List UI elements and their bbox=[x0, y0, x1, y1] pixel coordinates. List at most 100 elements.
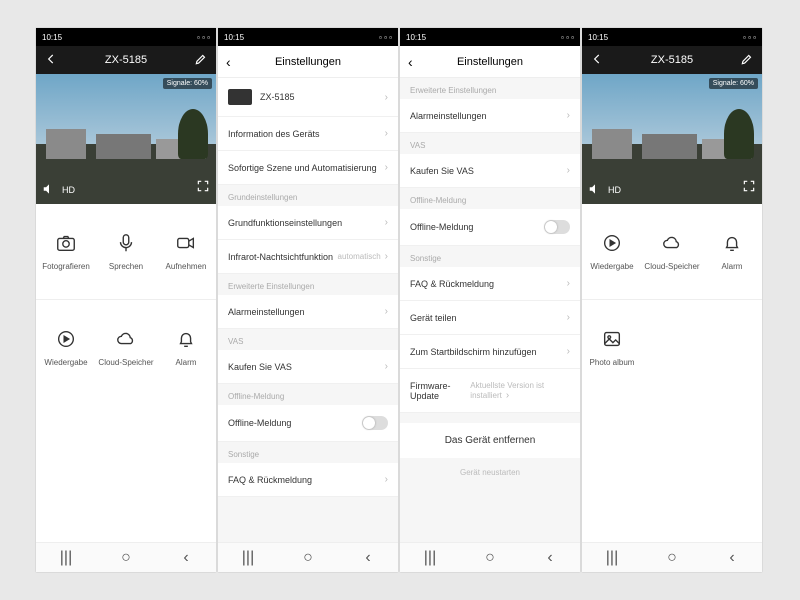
photo-button[interactable]: Fotografieren bbox=[36, 204, 96, 299]
remove-device-button[interactable]: Das Gerät entfernen bbox=[400, 423, 580, 458]
android-navbar: ||| ○ ‹ bbox=[218, 542, 398, 572]
status-bar: 10:15 ▫ ▫ ▫ bbox=[400, 28, 580, 46]
record-button[interactable]: Aufnehmen bbox=[156, 204, 216, 299]
back-button[interactable]: ‹ bbox=[723, 549, 741, 567]
status-icons: ▫ ▫ ▫ bbox=[197, 33, 210, 42]
home-button[interactable]: ○ bbox=[117, 549, 135, 567]
playback-button[interactable]: Wiedergabe bbox=[36, 300, 96, 395]
bell-icon bbox=[175, 328, 197, 350]
section-offline: Offline-Meldung bbox=[218, 384, 398, 405]
playback-label: Wiedergabe bbox=[44, 358, 87, 367]
camera-icon bbox=[55, 232, 77, 254]
back-arrow-icon[interactable] bbox=[44, 52, 58, 69]
hd-badge[interactable]: HD bbox=[608, 185, 621, 195]
section-offline: Offline-Meldung bbox=[400, 188, 580, 209]
share-row[interactable]: Gerät teilen› bbox=[400, 301, 580, 335]
live-video[interactable]: Signale: 60% HD bbox=[36, 74, 216, 204]
screen-settings-2: 10:15 ▫ ▫ ▫ ‹ Einstellungen Erweiterte E… bbox=[400, 28, 580, 572]
faq-row[interactable]: FAQ & Rückmeldung› bbox=[400, 267, 580, 301]
status-time: 10:15 bbox=[588, 33, 608, 42]
device-row[interactable]: ZX-5185 › bbox=[218, 78, 398, 117]
chevron-right-icon: › bbox=[385, 306, 388, 317]
section-vas: VAS bbox=[218, 329, 398, 350]
cloud-label: Cloud-Speicher bbox=[644, 262, 699, 271]
addhome-row[interactable]: Zum Startbildschirm hinzufügen› bbox=[400, 335, 580, 369]
back-button[interactable]: ‹ bbox=[359, 549, 377, 567]
back-button[interactable]: ‹ bbox=[541, 549, 559, 567]
cloud-icon bbox=[115, 328, 137, 350]
album-button[interactable]: Photo album bbox=[582, 300, 642, 395]
chevron-right-icon: › bbox=[385, 361, 388, 372]
chevron-right-icon: › bbox=[567, 110, 570, 121]
section-vas: VAS bbox=[400, 133, 580, 154]
back-arrow-icon[interactable] bbox=[590, 52, 604, 69]
section-basic: Grundeinstellungen bbox=[218, 185, 398, 206]
cloud-button[interactable]: Cloud-Speicher bbox=[642, 204, 702, 299]
android-navbar: ||| ○ ‹ bbox=[36, 542, 216, 572]
home-button[interactable]: ○ bbox=[663, 549, 681, 567]
faq-row[interactable]: FAQ & Rückmeldung› bbox=[218, 463, 398, 497]
mic-icon bbox=[115, 232, 137, 254]
recents-button[interactable]: ||| bbox=[421, 549, 439, 567]
back-button[interactable]: ‹ bbox=[177, 549, 195, 567]
chevron-right-icon: › bbox=[567, 165, 570, 176]
hd-badge[interactable]: HD bbox=[62, 185, 75, 195]
scene-row[interactable]: Sofortige Szene und Automatisierung› bbox=[218, 151, 398, 185]
screen-live-1: 10:15 ▫ ▫ ▫ ZX-5185 Signale: 60% HD Foto… bbox=[36, 28, 216, 572]
talk-label: Sprechen bbox=[109, 262, 143, 271]
fullscreen-icon[interactable] bbox=[742, 180, 756, 197]
bell-icon bbox=[721, 232, 743, 254]
device-name-label: ZX-5185 bbox=[260, 92, 295, 102]
alarm-button[interactable]: Alarm bbox=[156, 300, 216, 395]
device-info-row[interactable]: Information des Geräts› bbox=[218, 117, 398, 151]
offline-row[interactable]: Offline-Meldung bbox=[400, 209, 580, 246]
offline-toggle[interactable] bbox=[544, 220, 570, 234]
mute-icon[interactable] bbox=[42, 182, 56, 198]
ir-value: automatisch bbox=[338, 252, 381, 261]
signal-badge: Signale: 60% bbox=[163, 78, 212, 89]
chevron-right-icon: › bbox=[567, 278, 570, 289]
cloud-label: Cloud-Speicher bbox=[98, 358, 153, 367]
photo-label: Fotografieren bbox=[42, 262, 90, 271]
offline-row[interactable]: Offline-Meldung bbox=[218, 405, 398, 442]
recents-button[interactable]: ||| bbox=[57, 549, 75, 567]
chevron-right-icon: › bbox=[385, 92, 388, 103]
fullscreen-icon[interactable] bbox=[196, 180, 210, 197]
home-button[interactable]: ○ bbox=[481, 549, 499, 567]
live-video[interactable]: Signale: 60% HD bbox=[582, 74, 762, 204]
recents-button[interactable]: ||| bbox=[603, 549, 621, 567]
vas-row[interactable]: Kaufen Sie VAS› bbox=[218, 350, 398, 384]
settings-title: Einstellungen bbox=[457, 56, 523, 68]
offline-toggle[interactable] bbox=[362, 416, 388, 430]
alarm-settings-row[interactable]: Alarmeinstellungen› bbox=[218, 295, 398, 329]
ir-row[interactable]: Infrarot-Nachtsichtfunktionautomatisch› bbox=[218, 240, 398, 274]
chevron-right-icon: › bbox=[385, 251, 388, 262]
restart-device-link[interactable]: Gerät neustarten bbox=[400, 458, 580, 487]
back-arrow-icon[interactable]: ‹ bbox=[408, 54, 413, 70]
section-advanced: Erweiterte Einstellungen bbox=[218, 274, 398, 295]
firmware-row[interactable]: Firmware-UpdateAktuellste Version ist in… bbox=[400, 369, 580, 413]
camera-title: ZX-5185 bbox=[58, 54, 194, 66]
edit-icon[interactable] bbox=[740, 52, 754, 69]
recents-button[interactable]: ||| bbox=[239, 549, 257, 567]
signal-badge: Signale: 60% bbox=[709, 78, 758, 89]
alarm-button[interactable]: Alarm bbox=[702, 204, 762, 299]
mute-icon[interactable] bbox=[588, 182, 602, 198]
vas-row[interactable]: Kaufen Sie VAS› bbox=[400, 154, 580, 188]
talk-button[interactable]: Sprechen bbox=[96, 204, 156, 299]
status-time: 10:15 bbox=[406, 33, 426, 42]
back-arrow-icon[interactable]: ‹ bbox=[226, 54, 231, 70]
home-button[interactable]: ○ bbox=[299, 549, 317, 567]
basic-row[interactable]: Grundfunktionseinstellungen› bbox=[218, 206, 398, 240]
record-label: Aufnehmen bbox=[166, 262, 207, 271]
cloud-button[interactable]: Cloud-Speicher bbox=[96, 300, 156, 395]
chevron-right-icon: › bbox=[385, 162, 388, 173]
edit-icon[interactable] bbox=[194, 52, 208, 69]
status-bar: 10:15 ▫ ▫ ▫ bbox=[582, 28, 762, 46]
android-navbar: ||| ○ ‹ bbox=[582, 542, 762, 572]
album-label: Photo album bbox=[590, 358, 635, 367]
alarm-settings-row[interactable]: Alarmeinstellungen› bbox=[400, 99, 580, 133]
cloud-icon bbox=[661, 232, 683, 254]
chevron-right-icon: › bbox=[385, 217, 388, 228]
playback-button[interactable]: Wiedergabe bbox=[582, 204, 642, 299]
